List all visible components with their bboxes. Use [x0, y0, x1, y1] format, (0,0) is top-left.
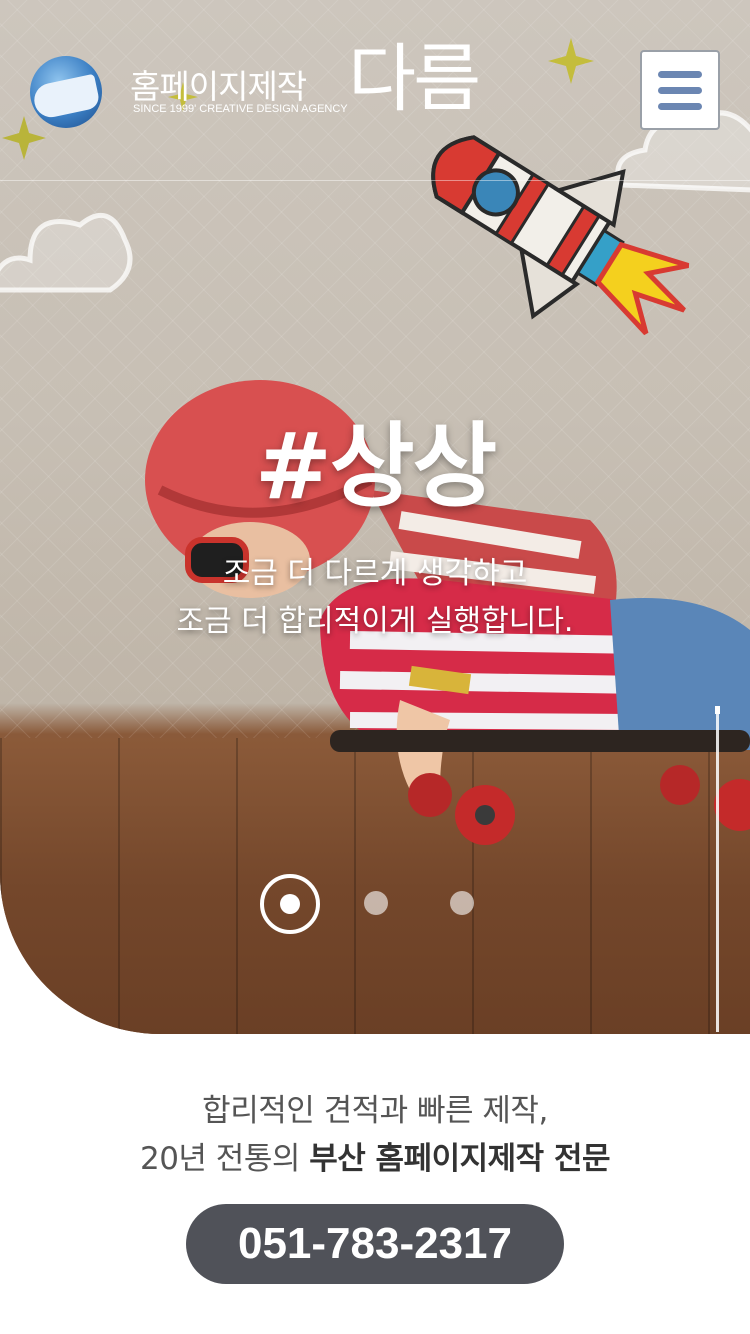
intro-line2-prefix: 20년 전통의: [139, 1141, 310, 1177]
intro-line1: 합리적인 견적과 빠른 제작,: [202, 1093, 548, 1129]
intro-line2: 20년 전통의 부산 홈페이지제작 전문: [0, 1135, 750, 1183]
star-illustration: [548, 38, 594, 84]
hero-subtitle-line1: 조금 더 다르게 생각하고: [222, 556, 528, 591]
slider-dot-3[interactable]: [450, 891, 474, 915]
brand-subtitle: SINCE 1999' CREATIVE DESIGN AGENCY: [133, 103, 348, 115]
intro-tagline: 합리적인 견적과 빠른 제작, 20년 전통의 부산 홈페이지제작 전문: [0, 1087, 750, 1183]
header-divider: [0, 180, 750, 181]
hamburger-icon: [658, 70, 702, 78]
scroll-indicator: [715, 706, 720, 1032]
slider-dot-2[interactable]: [364, 891, 388, 915]
hero-subtitle-line2: 조금 더 합리적이게 실행합니다.: [176, 604, 574, 639]
brand-main-text[interactable]: 홈페이지제작: [130, 60, 307, 108]
hero-slider[interactable]: 홈페이지제작 SINCE 1999' CREATIVE DESIGN AGENC…: [0, 0, 750, 1034]
hamburger-icon: [658, 102, 702, 110]
menu-button[interactable]: [640, 50, 720, 130]
whale-logo-icon[interactable]: [30, 56, 102, 128]
brand-name[interactable]: 다름: [348, 42, 481, 116]
star-illustration: [2, 116, 46, 160]
phone-call-button[interactable]: 051-783-2317: [186, 1204, 564, 1284]
hamburger-icon: [658, 86, 702, 94]
cloud-left-illustration: [0, 213, 133, 293]
slider-dot-1[interactable]: [260, 874, 320, 934]
intro-line2-bold: 부산 홈페이지제작 전문: [309, 1141, 611, 1177]
hero-title: #상상: [254, 413, 497, 520]
